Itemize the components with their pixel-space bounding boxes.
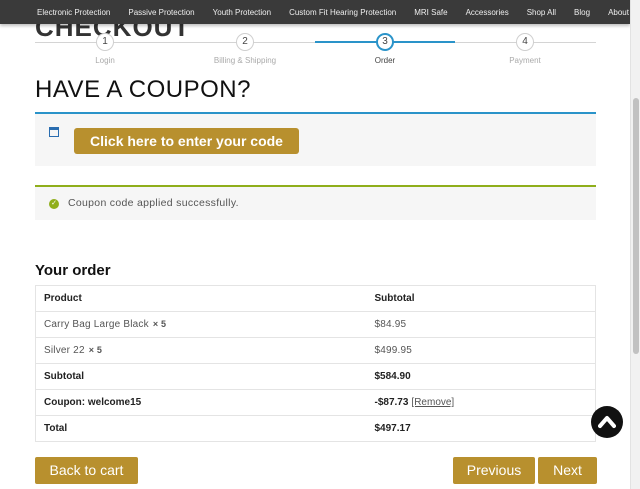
subtotal-value: $584.90 <box>366 363 596 390</box>
step-number: 2 <box>236 33 254 51</box>
step-label: Order <box>374 56 396 65</box>
coupon-notice: Click here to enter your code <box>35 112 596 166</box>
table-header-row: Product Subtotal <box>35 285 596 312</box>
table-row: Carry Bag Large Black × 5 $84.95 <box>35 311 596 338</box>
main-navigation: Electronic Protection Passive Protection… <box>0 0 637 24</box>
check-circle-icon: ✓ <box>49 199 59 209</box>
chevron-up-icon <box>598 416 616 428</box>
previous-button[interactable]: Previous <box>453 457 535 484</box>
step-order[interactable]: 3 Order <box>340 33 430 65</box>
step-number: 1 <box>96 33 114 51</box>
order-heading: Your order <box>35 262 111 279</box>
product-qty: × 5 <box>88 345 103 355</box>
nav-accessories[interactable]: Accessories <box>466 8 509 17</box>
subtotal-label: Subtotal <box>35 363 367 390</box>
checkout-steps: 1 Login 2 Billing & Shipping 3 Order 4 P… <box>35 33 596 69</box>
scrollbar-thumb[interactable] <box>633 98 639 354</box>
column-header-product: Product <box>35 285 367 312</box>
coupon-label: Coupon: welcome15 <box>35 389 367 416</box>
step-billing-shipping[interactable]: 2 Billing & Shipping <box>200 33 290 65</box>
step-login[interactable]: 1 Login <box>60 33 150 65</box>
window-icon <box>49 127 59 137</box>
product-name: Silver 22 <box>44 345 85 356</box>
scroll-to-top-button[interactable] <box>591 406 623 438</box>
product-name: Carry Bag Large Black <box>44 319 149 330</box>
column-header-subtotal: Subtotal <box>366 285 596 312</box>
nav-electronic-protection[interactable]: Electronic Protection <box>37 8 110 17</box>
step-number: 3 <box>376 33 394 51</box>
nav-mri-safe[interactable]: MRI Safe <box>414 8 447 17</box>
step-label: Login <box>95 56 115 65</box>
product-subtotal: $499.95 <box>366 337 596 364</box>
total-value: $497.17 <box>366 415 596 442</box>
order-table: Product Subtotal Carry Bag Large Black × … <box>35 285 596 442</box>
remove-coupon-link[interactable]: [Remove] <box>411 397 454 408</box>
nav-youth-protection[interactable]: Youth Protection <box>213 8 271 17</box>
scrollbar[interactable] <box>630 0 640 489</box>
product-cell: Carry Bag Large Black × 5 <box>35 311 367 338</box>
nav-custom-fit[interactable]: Custom Fit Hearing Protection <box>289 8 396 17</box>
subtotal-row: Subtotal $584.90 <box>35 363 596 390</box>
product-subtotal: $84.95 <box>366 311 596 338</box>
product-qty: × 5 <box>152 319 167 329</box>
total-row: Total $497.17 <box>35 415 596 442</box>
enter-coupon-button[interactable]: Click here to enter your code <box>74 128 299 154</box>
nav-shop-all[interactable]: Shop All <box>527 8 556 17</box>
success-message: Coupon code applied successfully. <box>68 197 239 209</box>
coupon-discount: -$87.73 <box>374 397 409 408</box>
nav-blog[interactable]: Blog <box>574 8 590 17</box>
coupon-value-cell: -$87.73 [Remove] <box>366 389 596 416</box>
nav-passive-protection[interactable]: Passive Protection <box>128 8 194 17</box>
step-label: Billing & Shipping <box>213 56 277 65</box>
step-label: Payment <box>509 56 541 65</box>
coupon-row: Coupon: welcome15 -$87.73 [Remove] <box>35 389 596 416</box>
next-button[interactable]: Next <box>538 457 597 484</box>
step-number: 4 <box>516 33 534 51</box>
success-notice: ✓ Coupon code applied successfully. <box>35 185 596 220</box>
step-payment[interactable]: 4 Payment <box>480 33 570 65</box>
nav-about-label: About <box>608 7 629 17</box>
total-label: Total <box>35 415 367 442</box>
back-to-cart-button[interactable]: Back to cart <box>35 457 138 484</box>
product-cell: Silver 22 × 5 <box>35 337 367 364</box>
table-row: Silver 22 × 5 $499.95 <box>35 337 596 364</box>
coupon-heading: HAVE A COUPON? <box>35 76 251 103</box>
